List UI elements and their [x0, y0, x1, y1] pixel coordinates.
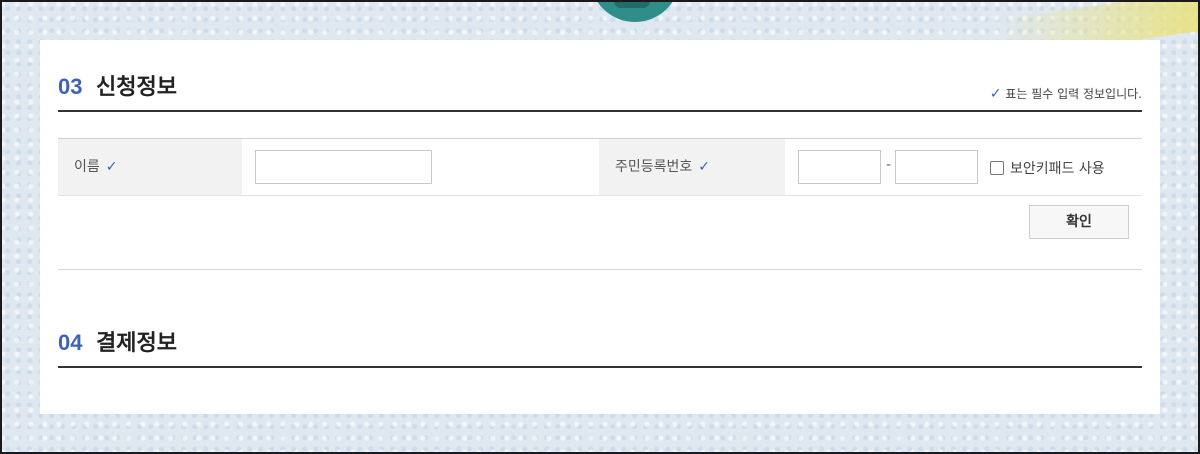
- section-header-payment: 04 결제정보: [58, 326, 1142, 368]
- section-header-application: 03 신청정보 ✓ 표는 필수 입력 정보입니다.: [58, 70, 1142, 112]
- section-title: 신청정보: [96, 75, 177, 100]
- rrn-front-input[interactable]: [798, 150, 881, 184]
- section-title: 결제정보: [96, 331, 177, 356]
- rrn-label-cell: 주민등록번호 ✓: [599, 139, 785, 195]
- check-icon: ✓: [698, 159, 711, 175]
- required-note-text: 표는 필수 입력 정보입니다.: [1005, 87, 1142, 101]
- form-panel: 03 신청정보 ✓ 표는 필수 입력 정보입니다. 이름 ✓ 주민등록번호 ✓ - …: [40, 40, 1160, 414]
- confirm-button[interactable]: 확인: [1029, 205, 1129, 239]
- section-number: 04: [58, 330, 83, 355]
- secure-keypad-label: 보안키패드 사용: [1010, 161, 1105, 177]
- page-frame: 03 신청정보 ✓ 표는 필수 입력 정보입니다. 이름 ✓ 주민등록번호 ✓ - …: [0, 0, 1200, 454]
- section-number: 03: [58, 74, 83, 99]
- rrn-label: 주민등록번호: [615, 159, 693, 175]
- name-input[interactable]: [255, 150, 432, 184]
- rrn-back-input[interactable]: [895, 150, 978, 184]
- application-form-row: 이름 ✓ 주민등록번호 ✓ - 보안키패드 사용: [58, 138, 1142, 196]
- name-label: 이름: [74, 159, 100, 175]
- required-note: ✓ 표는 필수 입력 정보입니다.: [990, 85, 1142, 102]
- secure-keypad-checkbox[interactable]: [990, 161, 1004, 175]
- section-divider: [58, 269, 1142, 270]
- decorative-teal-shape: [590, 2, 680, 22]
- check-icon: ✓: [989, 86, 1002, 102]
- check-icon: ✓: [105, 159, 118, 175]
- rrn-separator: -: [886, 157, 892, 173]
- name-label-cell: 이름 ✓: [58, 139, 242, 195]
- secure-keypad-option[interactable]: 보안키패드 사용: [990, 158, 1105, 178]
